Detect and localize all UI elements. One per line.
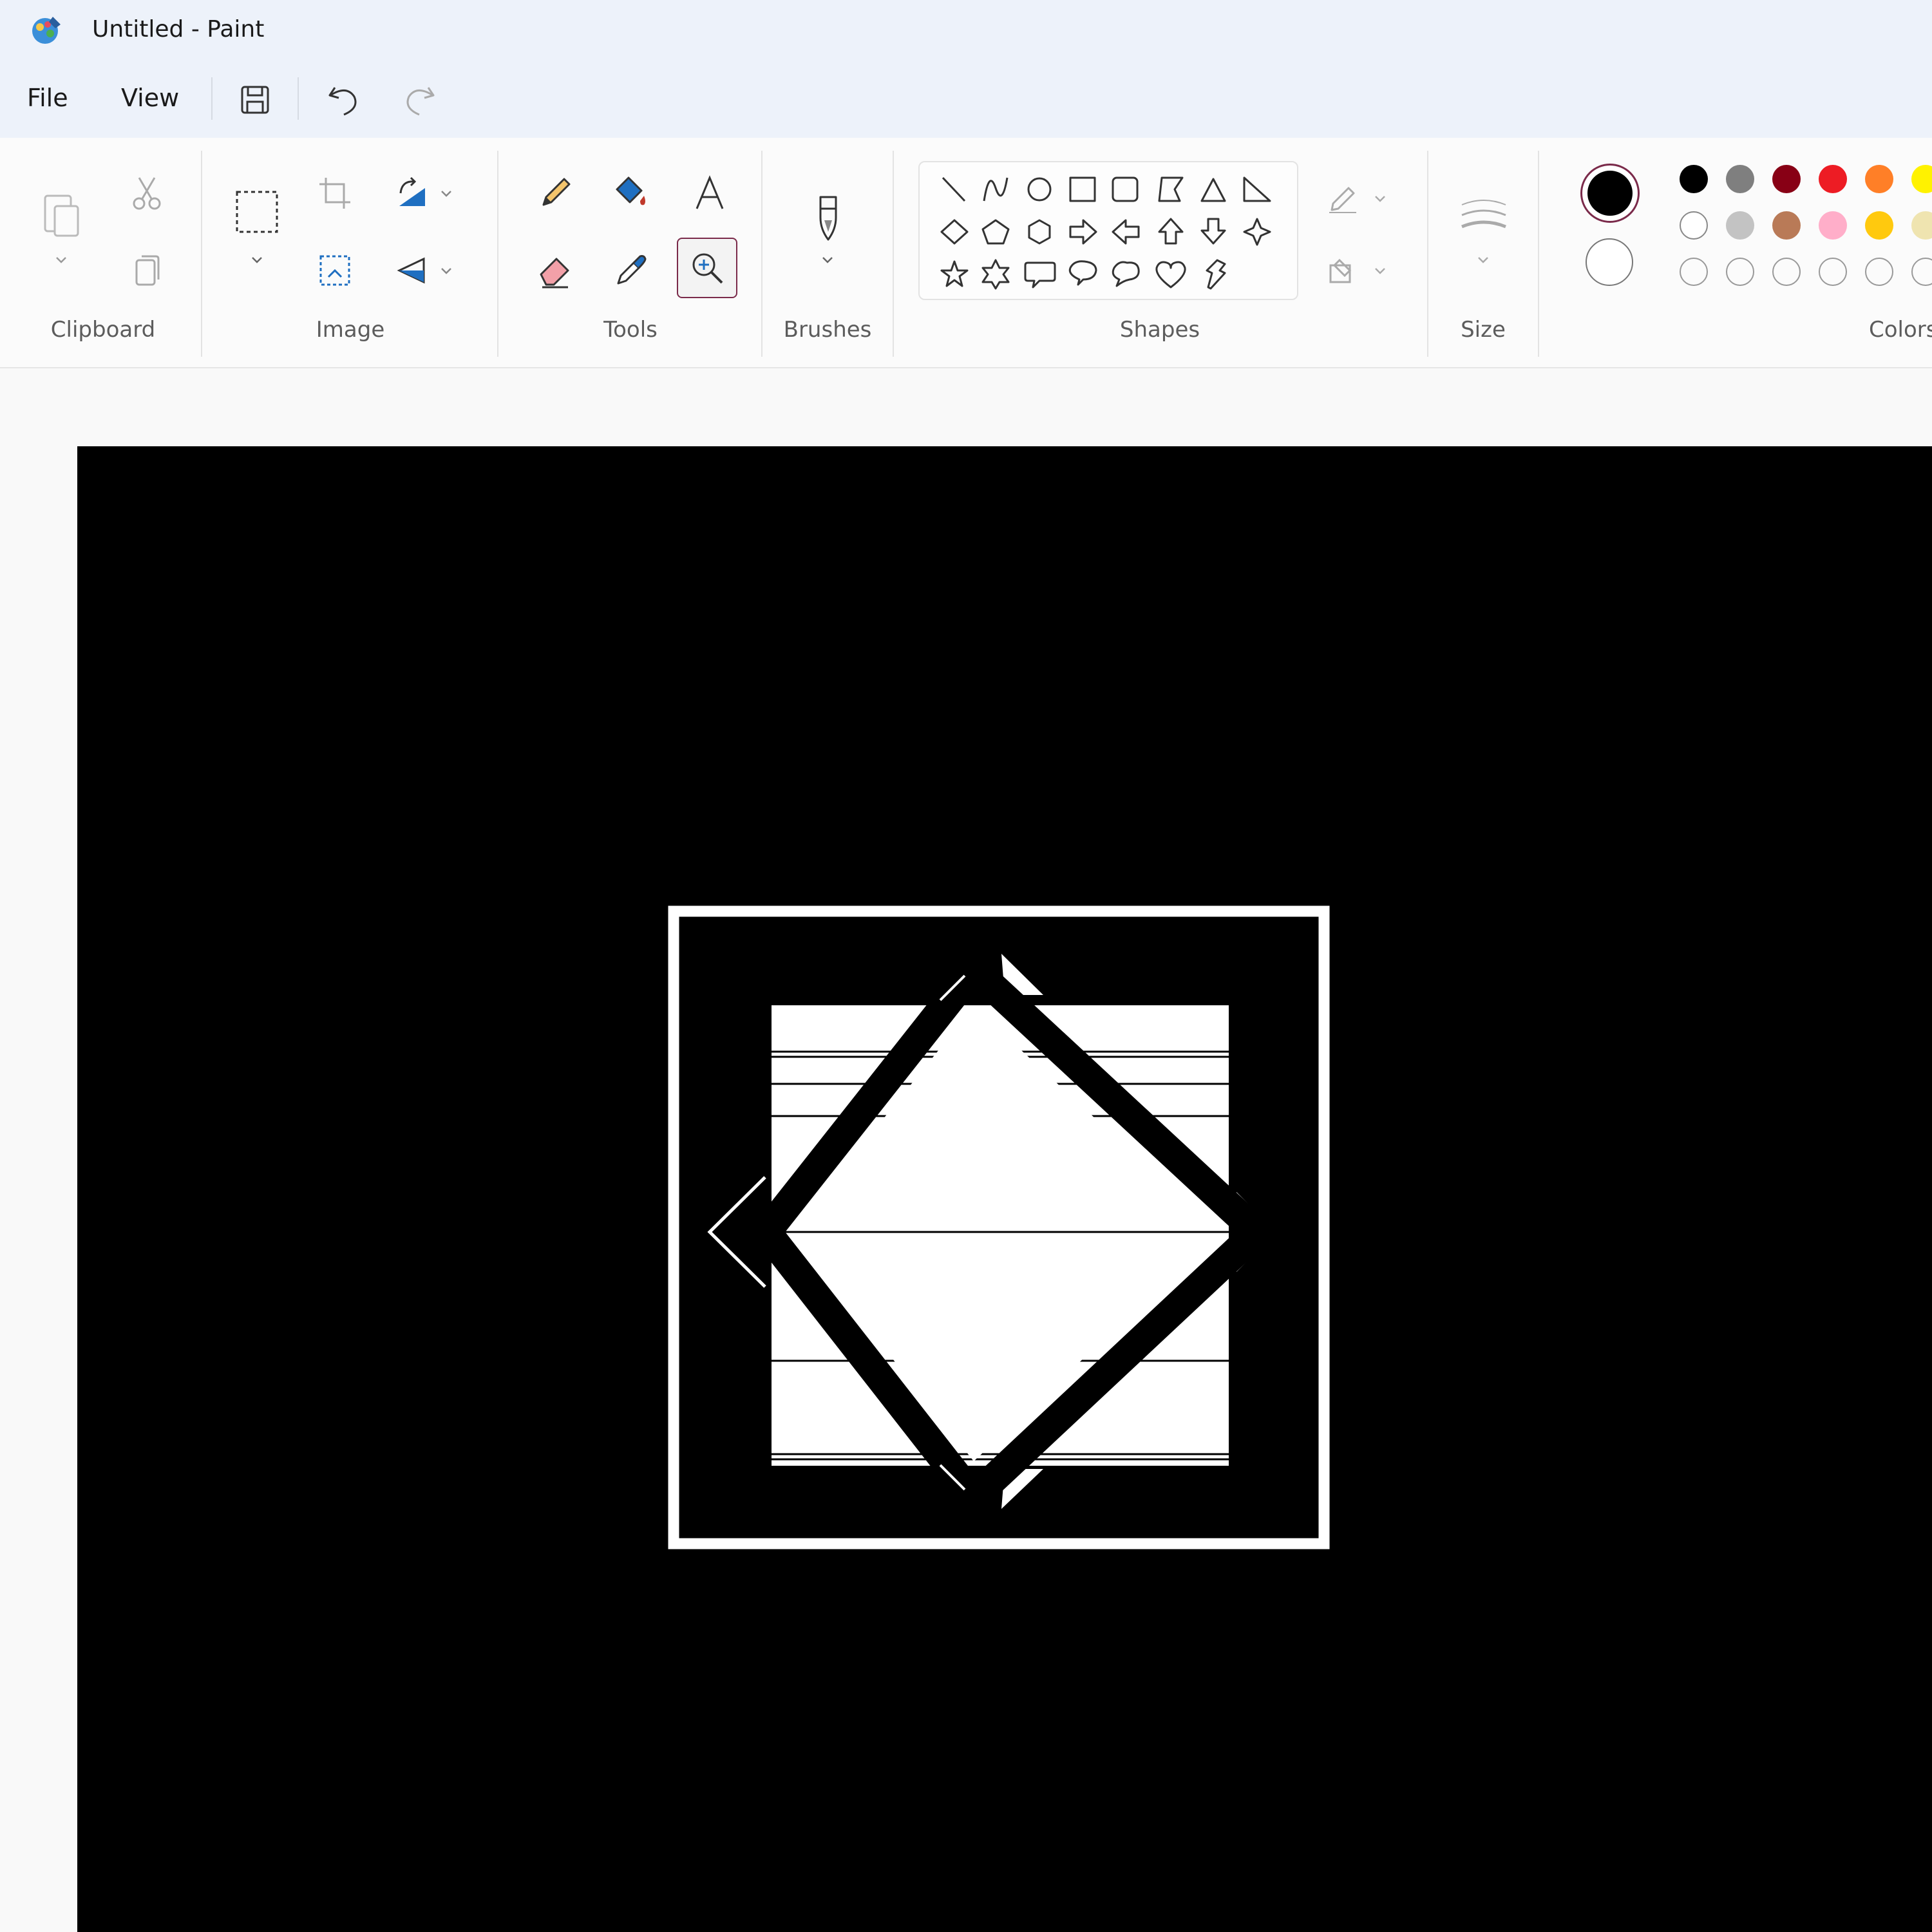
up-arrow-shape-icon[interactable] <box>1158 218 1184 245</box>
colors-group: Colors <box>1539 138 1932 367</box>
polygon-shape-icon[interactable] <box>1158 176 1184 202</box>
rectangular-callout-shape-icon[interactable] <box>1024 261 1056 289</box>
fill-icon[interactable] <box>1325 254 1360 289</box>
right-arrow-shape-icon[interactable] <box>1069 219 1097 245</box>
down-arrow-shape-icon[interactable] <box>1200 218 1226 245</box>
palette-color-swatch[interactable] <box>1680 211 1708 240</box>
drawing-canvas[interactable] <box>77 446 1932 1932</box>
view-menu[interactable]: View <box>115 79 185 117</box>
custom-color-slot[interactable] <box>1726 258 1754 286</box>
lightning-shape-icon[interactable] <box>1206 259 1226 290</box>
canvas-drawing <box>668 905 1330 1549</box>
custom-color-slot[interactable] <box>1819 258 1847 286</box>
custom-color-slot[interactable] <box>1911 258 1932 286</box>
palette-color-swatch[interactable] <box>1726 165 1754 193</box>
file-menu[interactable]: File <box>21 79 75 117</box>
left-arrow-shape-icon[interactable] <box>1112 219 1140 245</box>
six-point-star-shape-icon[interactable] <box>981 259 1010 290</box>
menu-bar: File View <box>0 59 1932 138</box>
colors-label: Colors <box>1869 317 1932 343</box>
pentagon-shape-icon[interactable] <box>981 219 1010 245</box>
palette-color-swatch[interactable] <box>1819 211 1847 240</box>
palette-color-swatch[interactable] <box>1772 211 1801 240</box>
chevron-down-icon[interactable] <box>1473 251 1493 270</box>
palette-color-swatch[interactable] <box>1772 165 1801 193</box>
window-title: Untitled - Paint <box>92 16 265 43</box>
palette-color-swatch[interactable] <box>1911 165 1932 193</box>
heart-shape-icon[interactable] <box>1155 261 1186 289</box>
palette-color-swatch[interactable] <box>1726 211 1754 240</box>
custom-color-slot[interactable] <box>1680 258 1708 286</box>
primary-color-selector[interactable] <box>1580 164 1640 223</box>
save-icon[interactable] <box>232 77 278 122</box>
undo-icon[interactable] <box>321 77 366 122</box>
five-point-star-shape-icon[interactable] <box>940 260 969 287</box>
chevron-down-icon[interactable] <box>1370 189 1390 209</box>
rectangle-shape-icon[interactable] <box>1069 176 1096 202</box>
size-label: Size <box>1461 317 1506 343</box>
curve-shape-icon[interactable] <box>983 177 1009 202</box>
secondary-color-swatch[interactable] <box>1586 238 1633 286</box>
outline-icon[interactable] <box>1325 182 1360 216</box>
hexagon-shape-icon[interactable] <box>1028 219 1051 245</box>
right-triangle-shape-icon[interactable] <box>1243 176 1271 202</box>
title-bar: Untitled - Paint <box>0 0 1932 59</box>
rounded-rectangle-shape-icon[interactable] <box>1112 176 1139 202</box>
four-point-star-shape-icon[interactable] <box>1243 218 1271 246</box>
shapes-gallery <box>918 161 1298 300</box>
ribbon: Clipboard Image Tools Brushes Shapes Siz… <box>0 138 1932 368</box>
custom-color-slot[interactable] <box>1865 258 1893 286</box>
chevron-down-icon[interactable] <box>1370 261 1390 281</box>
size-icon[interactable] <box>1458 196 1510 241</box>
palette-color-swatch[interactable] <box>1865 211 1893 240</box>
menu-separator <box>211 77 213 120</box>
palette-color-swatch[interactable] <box>1819 165 1847 193</box>
palette-color-swatch[interactable] <box>1865 165 1893 193</box>
primary-color-swatch <box>1587 171 1633 216</box>
cloud-callout-shape-icon[interactable] <box>1112 261 1140 287</box>
triangle-shape-icon[interactable] <box>1200 178 1226 202</box>
oval-shape-icon[interactable] <box>1027 177 1052 202</box>
palette-color-swatch[interactable] <box>1680 165 1708 193</box>
size-group: Size <box>1428 138 1538 367</box>
shapes-group: Shapes <box>0 138 1427 367</box>
line-shape-icon[interactable] <box>942 176 966 202</box>
menu-separator <box>298 77 299 120</box>
oval-callout-shape-icon[interactable] <box>1068 260 1097 286</box>
diamond-shape-icon[interactable] <box>940 219 969 245</box>
palette-color-swatch[interactable] <box>1911 211 1932 240</box>
redo-icon[interactable] <box>397 77 442 122</box>
paint-app-icon <box>32 17 61 44</box>
shapes-label: Shapes <box>1119 317 1200 343</box>
custom-color-slot[interactable] <box>1772 258 1801 286</box>
